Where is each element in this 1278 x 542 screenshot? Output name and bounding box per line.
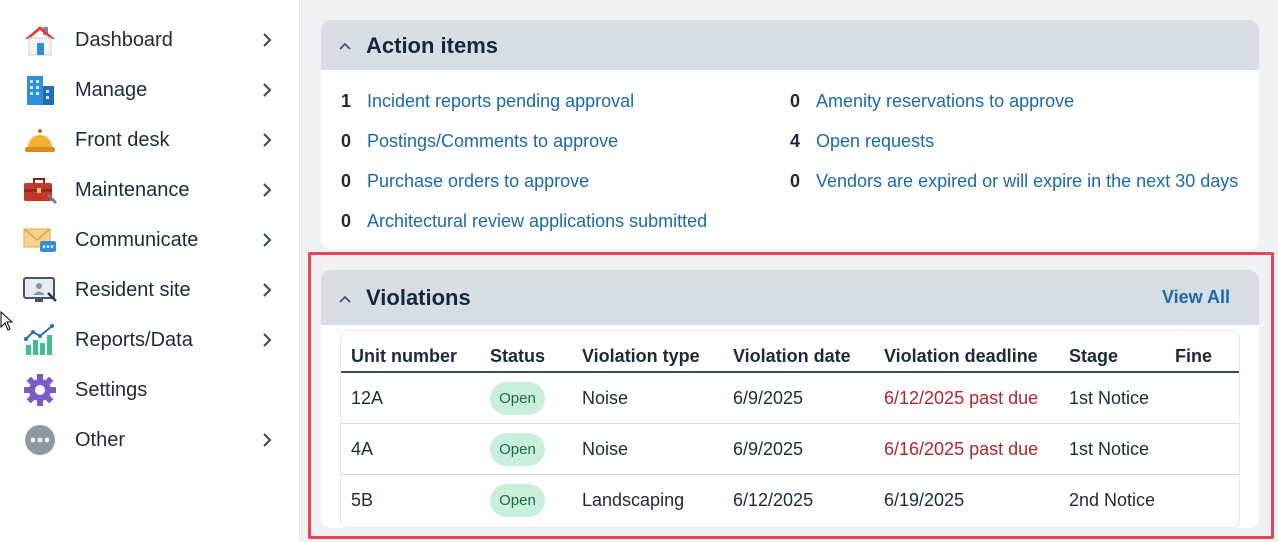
column-header: Stage	[1069, 346, 1119, 366]
stage-cell: 1st Notice	[1069, 439, 1150, 459]
stage-cell: 2nd Notice	[1069, 490, 1156, 510]
envelope-chat-icon	[22, 222, 58, 258]
sidebar-item-manage[interactable]: Manage	[0, 65, 300, 115]
more-dots-icon	[22, 422, 58, 458]
sidebar-item-communicate[interactable]: Communicate	[0, 215, 300, 265]
table-row[interactable]: 5B Open Landscaping 6/12/2025 6/19/2025 …	[341, 475, 1239, 526]
action-item-link[interactable]: Amenity reservations to approve	[816, 91, 1074, 112]
violations-header[interactable]: Violations View All	[321, 270, 1259, 325]
action-item: 0 Architectural review applications subm…	[341, 209, 707, 233]
violations-panel: Violations View All Unit number Status V…	[321, 270, 1259, 528]
monitor-icon	[22, 272, 58, 308]
action-items-title: Action items	[366, 33, 499, 58]
bar-chart-icon	[22, 322, 58, 358]
violations-table: Unit number Status Violation type Violat…	[340, 330, 1240, 528]
view-all-link[interactable]: View All	[1162, 287, 1230, 308]
action-item-link[interactable]: Architectural review applications submit…	[367, 211, 707, 232]
action-item-count: 4	[790, 130, 801, 151]
action-item-count: 0	[341, 170, 352, 191]
toolbox-icon	[22, 172, 58, 208]
chevron-right-icon	[259, 132, 275, 148]
chevron-right-icon	[259, 332, 275, 348]
date-cell: 6/9/2025	[733, 439, 804, 459]
mouse-cursor-icon	[0, 310, 14, 333]
sidebar: Dashboard Manage Front desk Maintenance …	[0, 0, 300, 542]
sidebar-item-front-desk[interactable]: Front desk	[0, 115, 300, 165]
sidebar-item-reports-data[interactable]: Reports/Data	[0, 315, 300, 365]
action-item-link[interactable]: Vendors are expired or will expire in th…	[816, 171, 1238, 192]
chevron-right-icon	[259, 432, 275, 448]
chevron-right-icon	[259, 282, 275, 298]
action-item: 4 Open requests	[790, 129, 934, 153]
chevron-up-icon[interactable]	[339, 39, 351, 51]
column-header: Violation date	[733, 346, 851, 366]
sidebar-item-label: Maintenance	[75, 178, 190, 201]
chevron-right-icon	[259, 32, 275, 48]
action-item-count: 0	[790, 170, 801, 191]
status-badge: Open	[490, 484, 545, 517]
building-icon	[22, 72, 58, 108]
column-header: Violation deadline	[884, 346, 1038, 366]
violations-title: Violations	[366, 285, 471, 310]
deadline-cell: 6/12/2025 past due	[884, 388, 1039, 408]
action-item: 1 Incident reports pending approval	[341, 89, 634, 113]
sidebar-item-settings[interactable]: Settings	[0, 365, 300, 415]
sidebar-item-resident-site[interactable]: Resident site	[0, 265, 300, 315]
status-badge: Open	[490, 433, 545, 466]
unit-cell: 4A	[351, 439, 374, 459]
column-header: Fine	[1175, 346, 1213, 366]
sidebar-item-label: Reports/Data	[75, 328, 193, 351]
action-item-link[interactable]: Open requests	[816, 131, 934, 152]
action-item-count: 0	[341, 210, 352, 231]
sidebar-item-other[interactable]: Other	[0, 415, 300, 465]
unit-cell: 12A	[351, 388, 384, 408]
action-item-link[interactable]: Purchase orders to approve	[367, 171, 589, 192]
action-item-link[interactable]: Postings/Comments to approve	[367, 131, 618, 152]
main-content: Action items 1 Incident reports pending …	[301, 0, 1278, 542]
deadline-cell: 6/19/2025	[884, 490, 965, 510]
chevron-right-icon	[259, 182, 275, 198]
type-cell: Landscaping	[582, 490, 685, 510]
column-header: Unit number	[351, 346, 457, 366]
chevron-right-icon	[259, 82, 275, 98]
sidebar-item-label: Manage	[75, 78, 148, 101]
column-header: Status	[490, 346, 546, 366]
status-badge: Open	[490, 382, 545, 415]
deadline-cell: 6/16/2025 past due	[884, 439, 1039, 459]
sidebar-item-label: Communicate	[75, 228, 199, 251]
action-item-count: 0	[341, 130, 352, 151]
action-item: 0 Vendors are expired or will expire in …	[790, 169, 1238, 193]
sidebar-item-label: Front desk	[75, 128, 170, 151]
action-item-link[interactable]: Incident reports pending approval	[367, 91, 634, 112]
sidebar-item-dashboard[interactable]: Dashboard	[0, 15, 300, 65]
action-items-header[interactable]: Action items	[321, 20, 1259, 70]
action-item: 0 Postings/Comments to approve	[341, 129, 618, 153]
type-cell: Noise	[582, 388, 629, 408]
house-icon	[22, 22, 58, 58]
column-header: Violation type	[582, 346, 700, 366]
chevron-right-icon	[259, 232, 275, 248]
sidebar-item-label: Dashboard	[75, 28, 173, 51]
action-item: 0 Amenity reservations to approve	[790, 89, 1074, 113]
date-cell: 6/9/2025	[733, 388, 804, 408]
stage-cell: 1st Notice	[1069, 388, 1150, 408]
table-row[interactable]: 12A Open Noise 6/9/2025 6/12/2025 past d…	[341, 373, 1239, 424]
action-item-count: 0	[790, 90, 801, 111]
sidebar-item-label: Settings	[75, 378, 148, 401]
date-cell: 6/12/2025	[733, 490, 814, 510]
sidebar-item-maintenance[interactable]: Maintenance	[0, 165, 300, 215]
unit-cell: 5B	[351, 490, 374, 510]
type-cell: Noise	[582, 439, 629, 459]
sidebar-item-label: Resident site	[75, 278, 191, 301]
gear-icon	[22, 372, 58, 408]
action-items-panel: Action items 1 Incident reports pending …	[321, 20, 1259, 249]
sidebar-item-label: Other	[75, 428, 126, 451]
action-item-count: 1	[341, 90, 352, 111]
action-item: 0 Purchase orders to approve	[341, 169, 589, 193]
table-row[interactable]: 4A Open Noise 6/9/2025 6/16/2025 past du…	[341, 424, 1239, 475]
service-bell-icon	[22, 122, 58, 158]
chevron-up-icon[interactable]	[339, 292, 351, 304]
